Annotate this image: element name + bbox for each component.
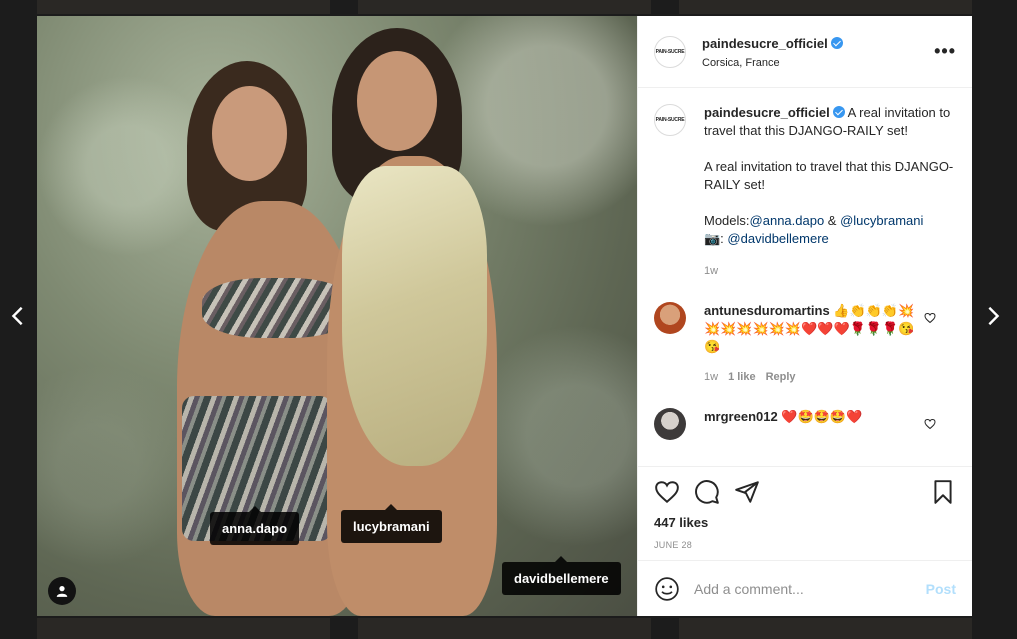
account-avatar[interactable]: PAIN-SUCRE (654, 35, 686, 68)
avatar-logo-text: PAIN-SUCRE (655, 48, 685, 55)
photo-tag-davidbellemere[interactable]: davidbellemere (502, 556, 621, 595)
chevron-right-icon (988, 306, 1000, 326)
photo-tag-anna-dapo[interactable]: anna.dapo (210, 506, 300, 545)
photo-tag-label: lucybramani (353, 519, 430, 534)
post-caption: PAIN-SUCRE paindesucre_officiel A real i… (654, 104, 956, 280)
comments-section[interactable]: PAIN-SUCRE paindesucre_officiel A real i… (638, 88, 972, 466)
comment-text: ❤️🤩🤩🤩❤️ (777, 409, 863, 424)
post-modal: anna.dapo lucybramani davidbellemere PAI… (37, 16, 972, 616)
chevron-left-icon (11, 306, 23, 326)
commenter-avatar[interactable] (654, 408, 686, 440)
post-date[interactable]: JUNE 28 (654, 540, 956, 550)
comment-body: antunesduromartins 👍👏👏👏💥💥💥💥💥💥💥❤️❤️❤️🌹🌹🌹😘… (704, 302, 929, 386)
caption-time[interactable]: 1w (704, 262, 956, 280)
show-tags-button[interactable] (48, 577, 76, 605)
likes-count[interactable]: 447 likes (654, 515, 956, 530)
comment-time[interactable]: 1w (704, 371, 718, 383)
photo-tag-lucybramani[interactable]: lucybramani (341, 504, 442, 543)
comment-likes[interactable]: 1 like (728, 371, 756, 383)
photo-tag-label: davidbellemere (514, 571, 609, 586)
next-post-arrow[interactable] (978, 301, 1008, 331)
post-side-panel: PAIN-SUCRE paindesucre_officiel Corsica,… (637, 16, 972, 616)
emoji-smiley-icon[interactable] (654, 576, 680, 602)
post-comment-button[interactable]: Post (926, 581, 956, 597)
post-photo[interactable]: anna.dapo lucybramani davidbellemere (37, 16, 637, 616)
person-icon (56, 586, 68, 597)
caption-camera-text: 📷: (704, 231, 724, 246)
post-location[interactable]: Corsica, France (702, 57, 934, 69)
add-comment-bar: Post (638, 560, 972, 616)
save-bookmark-icon[interactable] (930, 479, 956, 505)
more-options-button[interactable]: ••• (934, 41, 956, 62)
like-comment-heart-icon[interactable] (924, 418, 936, 430)
comment-item: antunesduromartins 👍👏👏👏💥💥💥💥💥💥💥❤️❤️❤️🌹🌹🌹😘… (654, 302, 956, 386)
verified-badge-icon (830, 36, 843, 49)
caption-avatar[interactable]: PAIN-SUCRE (654, 104, 686, 136)
caption-username[interactable]: paindesucre_officiel (704, 105, 830, 120)
model-left-head (212, 86, 287, 181)
caption-separator: & (824, 213, 841, 228)
commenter-username[interactable]: mrgreen012 (704, 409, 778, 424)
like-comment-heart-icon[interactable] (924, 312, 936, 324)
model-right-swimsuit (342, 166, 487, 466)
commenter-username[interactable]: antunesduromartins (704, 303, 830, 318)
share-paper-plane-icon[interactable] (734, 479, 760, 505)
caption-body: paindesucre_officiel A real invitation t… (704, 104, 956, 280)
caption-text: A real invitation to travel that this DJ… (704, 105, 954, 228)
mention-davidbellemere[interactable]: @davidbellemere (727, 231, 828, 246)
mention-lucybramani[interactable]: @lucybramani (840, 213, 923, 228)
mention-anna-dapo[interactable]: @anna.dapo (750, 213, 825, 228)
author-username[interactable]: paindesucre_officiel (702, 36, 828, 51)
comment-bubble-icon[interactable] (694, 479, 720, 505)
verified-badge-icon (832, 106, 845, 118)
model-right-head (357, 51, 437, 151)
photo-tag-label: anna.dapo (222, 521, 288, 536)
previous-post-arrow[interactable] (3, 301, 33, 331)
add-comment-input[interactable] (694, 580, 926, 597)
commenter-avatar[interactable] (654, 302, 686, 334)
avatar-logo-text: PAIN-SUCRE (655, 117, 685, 123)
like-heart-icon[interactable] (654, 479, 680, 505)
comment-meta: 1w 1 like Reply (704, 368, 929, 386)
comment-reply-button[interactable]: Reply (766, 371, 796, 383)
comment-item: mrgreen012 ❤️🤩🤩🤩❤️ (654, 408, 956, 440)
post-actions: 447 likes JUNE 28 (638, 466, 972, 560)
post-header: PAIN-SUCRE paindesucre_officiel Corsica,… (638, 16, 972, 88)
action-icons (654, 479, 956, 505)
post-author: paindesucre_officiel Corsica, France (702, 35, 934, 69)
comment-body: mrgreen012 ❤️🤩🤩🤩❤️ (704, 408, 929, 440)
